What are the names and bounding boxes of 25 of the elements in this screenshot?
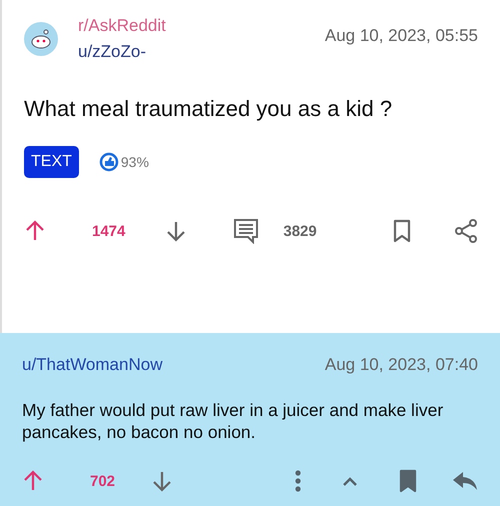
upvote-icon[interactable]: [24, 220, 46, 242]
downvote-icon[interactable]: [165, 220, 188, 242]
upvote-ratio: 93%: [120, 154, 149, 170]
score: 1474: [92, 222, 126, 240]
share-icon[interactable]: [454, 219, 478, 243]
comment-icon[interactable]: [233, 218, 260, 244]
reply-icon[interactable]: [452, 470, 478, 492]
post-title: What meal traumatized you as a kid ?: [24, 96, 394, 122]
comment-text: My father would put raw liver in a juicer and make liver pancakes, no bacon no onion.: [22, 399, 444, 443]
comment-count: 3829: [283, 222, 317, 240]
subreddit-link[interactable]: r/AskReddit: [78, 16, 305, 36]
comment-date: Aug 10, 2023, 07:40: [324, 355, 478, 375]
author-link[interactable]: u/zZoZo-: [78, 42, 305, 62]
bookmark-icon[interactable]: [392, 219, 412, 243]
downvote-icon[interactable]: [151, 470, 174, 492]
post-date: Aug 10, 2023, 05:55: [324, 26, 478, 46]
more-icon[interactable]: [294, 469, 302, 493]
bookmark-icon[interactable]: [398, 469, 418, 493]
score: 702: [90, 472, 116, 490]
upvote-icon[interactable]: [22, 470, 44, 492]
comment-author[interactable]: u/ThatWomanNow: [22, 355, 162, 375]
collapse-icon[interactable]: [342, 475, 358, 487]
thumbs-up-icon: [98, 152, 119, 172]
avatar-icon: [24, 22, 58, 56]
post-flair: TEXT: [24, 146, 79, 178]
